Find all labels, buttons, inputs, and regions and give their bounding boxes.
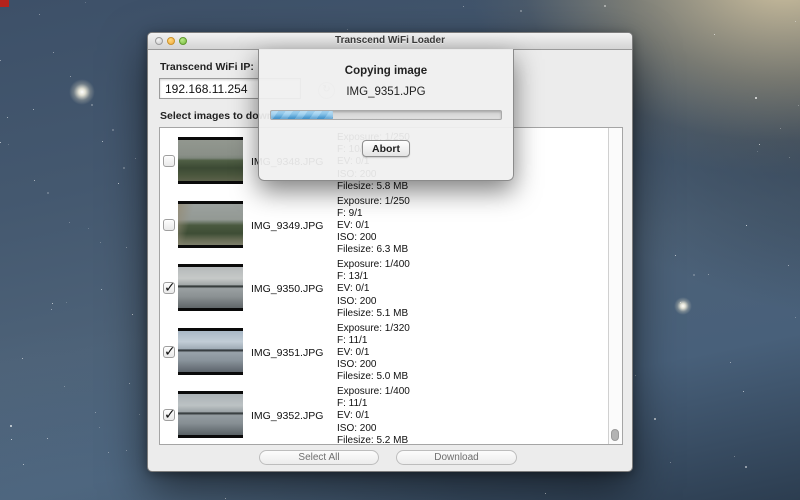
download-button[interactable]: Download xyxy=(396,450,517,465)
app-window: Transcend WiFi Loader Transcend WiFi IP:… xyxy=(147,32,633,472)
image-checkbox[interactable] xyxy=(163,346,175,358)
exif-line: F: 9/1 xyxy=(337,208,410,220)
exif-line: Filesize: 5.1 MB xyxy=(337,308,410,320)
screen-corner-artifact xyxy=(0,0,9,7)
copying-dialog: Copying image IMG_9351.JPG Abort xyxy=(258,49,514,181)
image-thumbnail xyxy=(178,391,243,438)
dialog-filename: IMG_9351.JPG xyxy=(259,86,513,98)
exif-line: ISO: 200 xyxy=(337,423,410,435)
exif-line: F: 13/1 xyxy=(337,271,410,283)
exif-line: ISO: 200 xyxy=(337,359,410,371)
progress-bar xyxy=(270,110,502,120)
image-checkbox[interactable] xyxy=(163,219,175,231)
exif-line: ISO: 200 xyxy=(337,296,410,308)
exif-line: ISO: 200 xyxy=(337,232,410,244)
exif-line: F: 11/1 xyxy=(337,335,410,347)
exif-line: EV: 0/1 xyxy=(337,283,410,295)
ip-field-label: Transcend WiFi IP: xyxy=(160,61,254,73)
zoom-button[interactable] xyxy=(179,37,187,45)
exif-line: F: 11/1 xyxy=(337,398,410,410)
exif-line: Exposure: 1/400 xyxy=(337,259,410,271)
exif-line: Exposure: 1/250 xyxy=(337,196,410,208)
bright-star xyxy=(674,297,692,315)
table-row: IMG_9352.JPG Exposure: 1/400 F: 11/1 EV:… xyxy=(160,384,622,445)
exif-line: Filesize: 6.3 MB xyxy=(337,244,410,256)
image-filename: IMG_9351.JPG xyxy=(251,347,323,359)
image-filename: IMG_9350.JPG xyxy=(251,283,323,295)
table-row: IMG_9351.JPG Exposure: 1/320 F: 11/1 EV:… xyxy=(160,321,622,385)
image-thumbnail xyxy=(178,328,243,375)
exif-info: Exposure: 1/400 F: 13/1 EV: 0/1 ISO: 200… xyxy=(337,259,410,320)
image-checkbox[interactable] xyxy=(163,155,175,167)
image-filename: IMG_9352.JPG xyxy=(251,410,323,422)
image-thumbnail xyxy=(178,201,243,248)
exif-line: EV: 0/1 xyxy=(337,220,410,232)
window-title: Transcend WiFi Loader xyxy=(148,33,632,49)
select-all-button[interactable]: Select All xyxy=(259,450,379,465)
exif-info: Exposure: 1/400 F: 11/1 EV: 0/1 ISO: 200… xyxy=(337,386,410,445)
progress-fill xyxy=(271,111,333,119)
abort-button[interactable]: Abort xyxy=(362,140,410,157)
exif-line: Filesize: 5.8 MB xyxy=(337,181,410,193)
exif-line: Exposure: 1/320 xyxy=(337,323,410,335)
close-button[interactable] xyxy=(155,37,163,45)
exif-line: Filesize: 5.2 MB xyxy=(337,435,410,445)
bright-star xyxy=(69,79,95,105)
image-checkbox[interactable] xyxy=(163,282,175,294)
table-row: IMG_9350.JPG Exposure: 1/400 F: 13/1 EV:… xyxy=(160,257,622,321)
table-row: IMG_9349.JPG Exposure: 1/250 F: 9/1 EV: … xyxy=(160,194,622,258)
image-thumbnail xyxy=(178,264,243,311)
exif-line: EV: 0/1 xyxy=(337,347,410,359)
exif-info: Exposure: 1/250 F: 9/1 EV: 0/1 ISO: 200 … xyxy=(337,196,410,257)
scrollbar-thumb[interactable] xyxy=(611,429,619,441)
exif-line: Exposure: 1/400 xyxy=(337,386,410,398)
title-bar[interactable]: Transcend WiFi Loader xyxy=(148,33,632,50)
exif-info: Exposure: 1/320 F: 11/1 EV: 0/1 ISO: 200… xyxy=(337,323,410,384)
image-thumbnail xyxy=(178,137,243,184)
minimize-button[interactable] xyxy=(167,37,175,45)
image-filename: IMG_9349.JPG xyxy=(251,220,323,232)
exif-line: Filesize: 5.0 MB xyxy=(337,371,410,383)
exif-line: EV: 0/1 xyxy=(337,410,410,422)
scrollbar-track[interactable] xyxy=(608,128,622,444)
image-checkbox[interactable] xyxy=(163,409,175,421)
dialog-title: Copying image xyxy=(259,65,513,77)
